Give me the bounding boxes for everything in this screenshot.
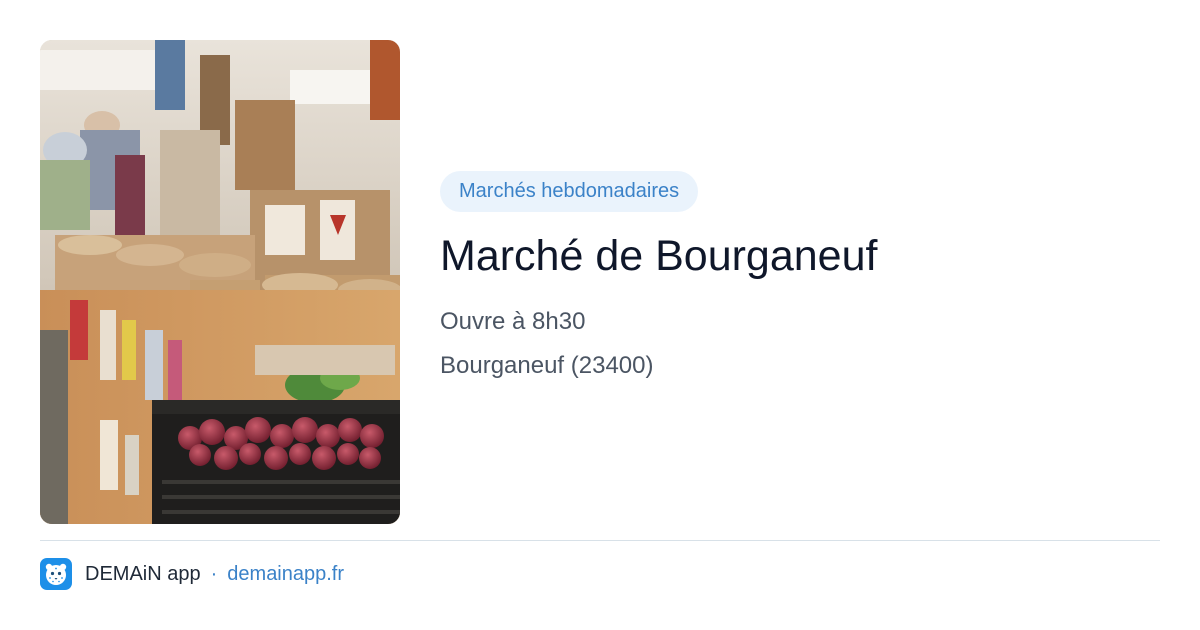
separator: · (210, 562, 218, 585)
location-text: Bourganeuf (23400) (440, 352, 654, 379)
divider (40, 540, 1160, 541)
footer: DEMAiN app · demainapp.fr (40, 558, 344, 590)
leopard-logo-icon (40, 558, 72, 590)
opening-time: Ouvre à 8h30 (440, 308, 586, 335)
app-name: DEMAiN app (85, 562, 201, 585)
category-badge: Marchés hebdomadaires (440, 171, 699, 212)
site-link[interactable]: demainapp.fr (227, 563, 344, 586)
market-photo (40, 40, 400, 524)
page-title: Marché de Bourganeuf (440, 232, 878, 280)
